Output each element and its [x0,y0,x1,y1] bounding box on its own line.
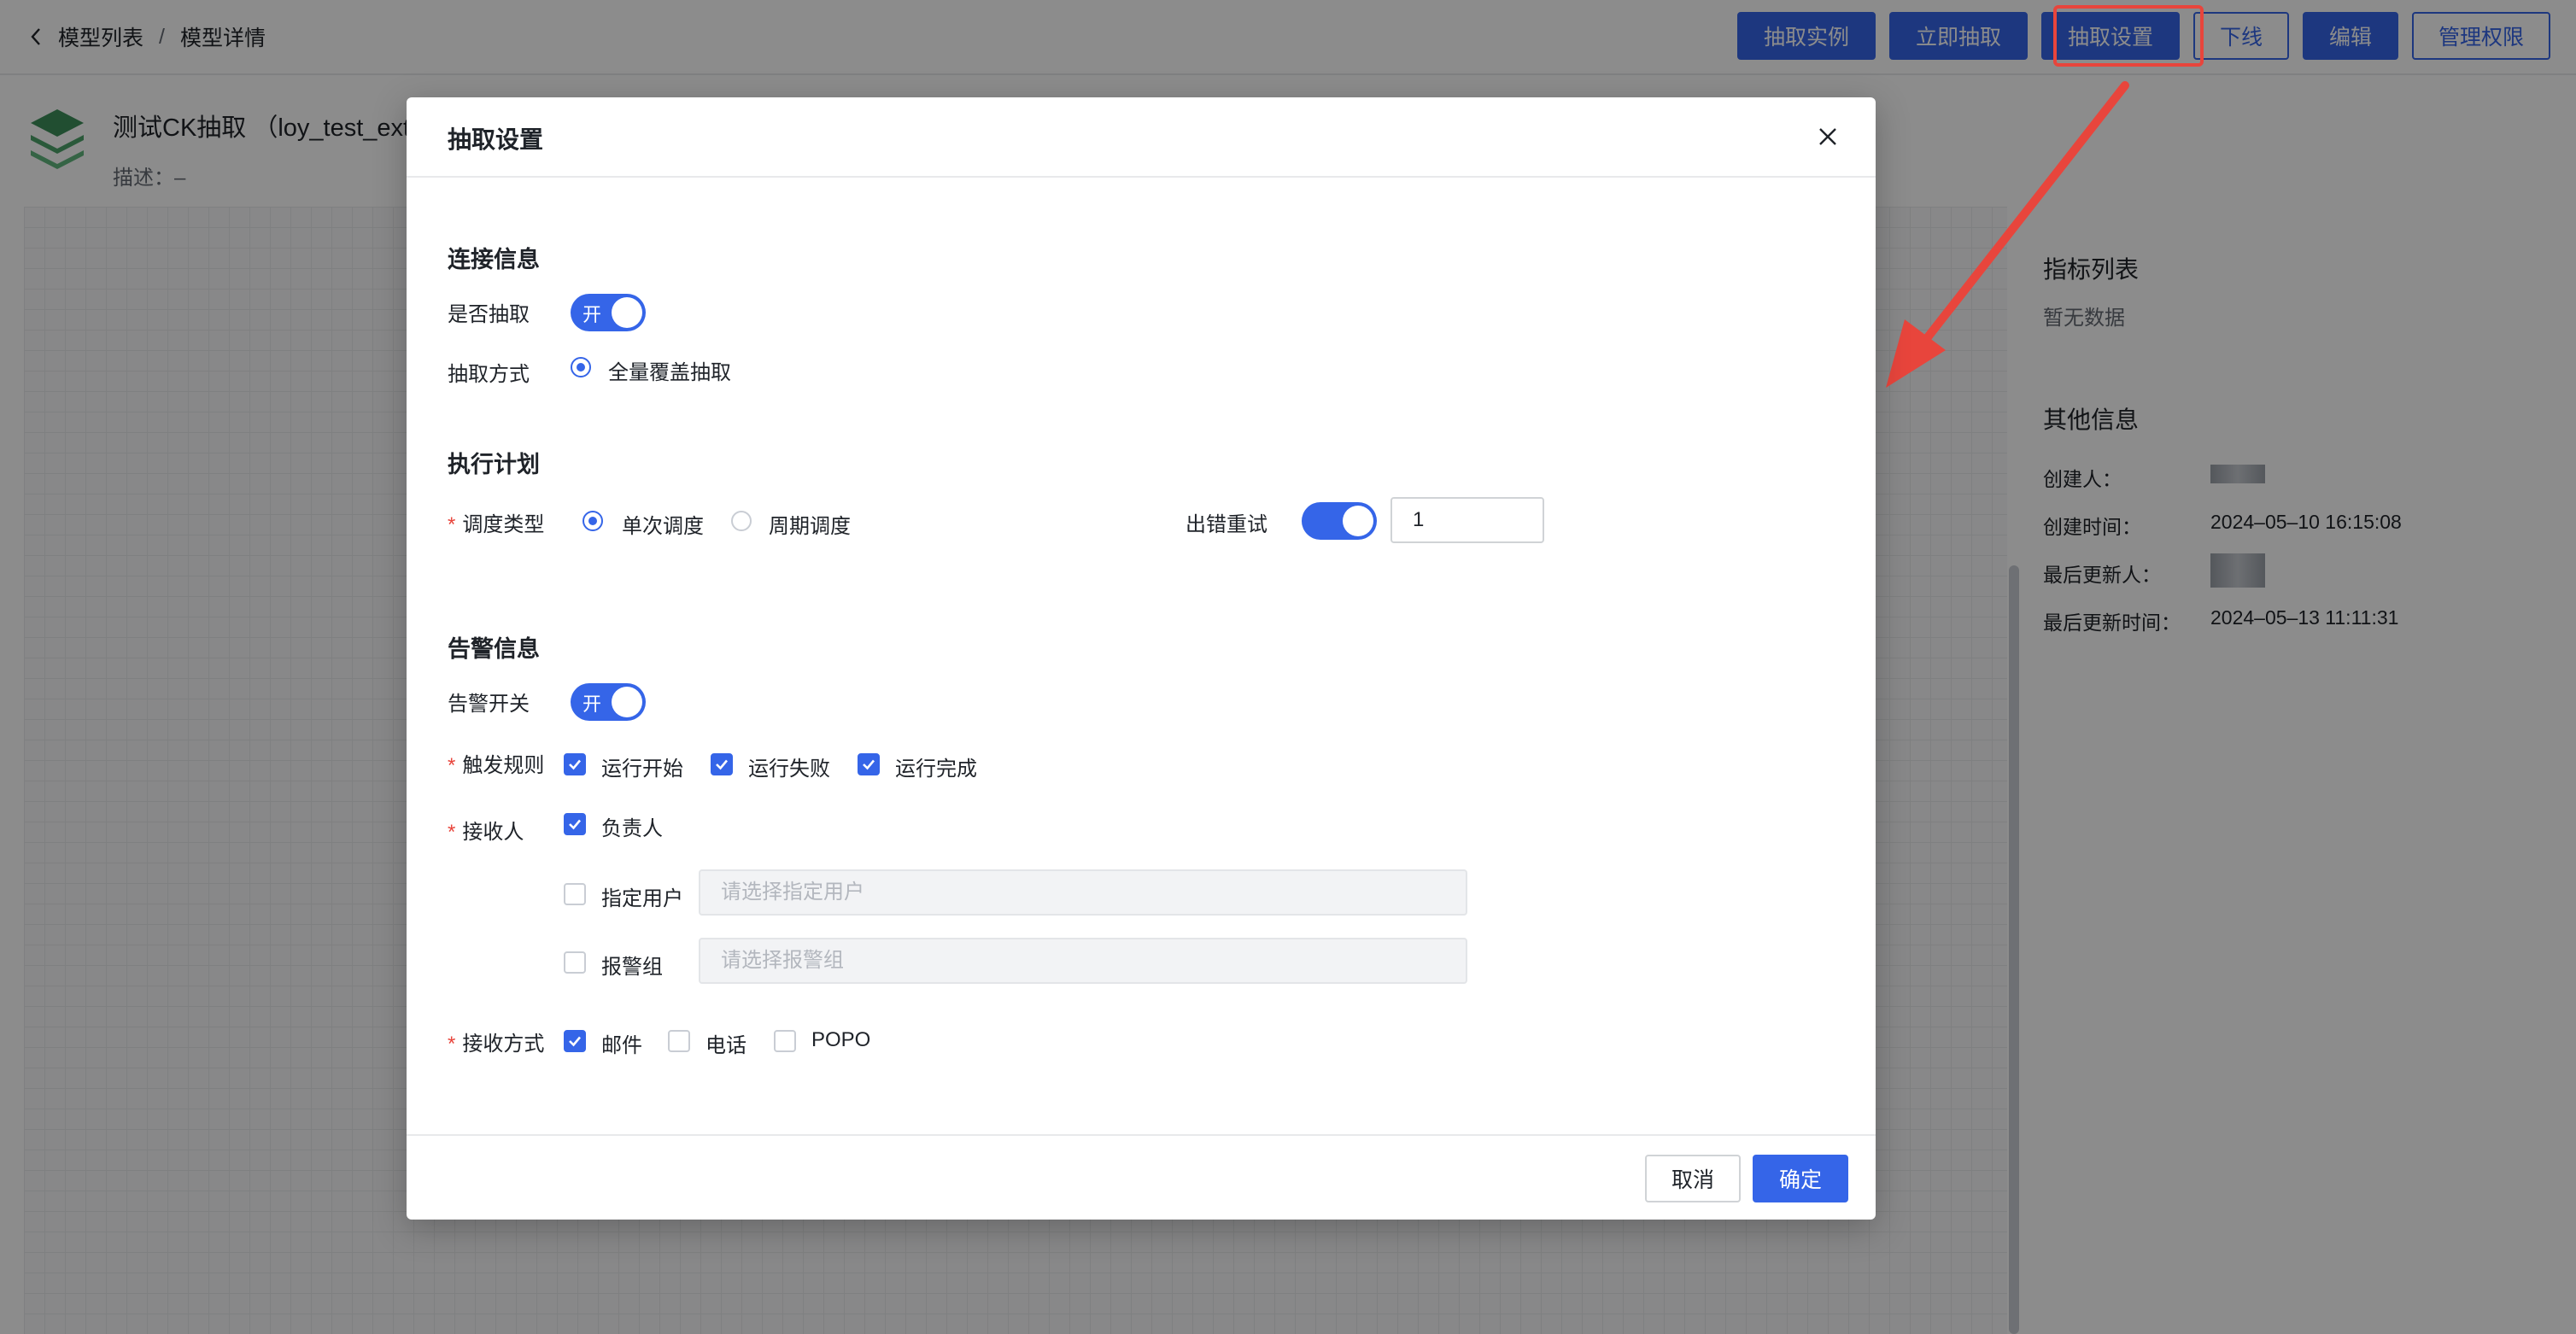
receiver-alert-group[interactable]: 报警组 [601,950,663,980]
section-connection-title: 连接信息 [448,247,540,272]
method-popo[interactable]: POPO [811,1028,870,1052]
checkbox-specific-user[interactable] [564,883,586,905]
section-plan-title: 执行计划 [448,452,540,477]
toggle-knob [1343,506,1373,536]
extract-mode-label: 抽取方式 [448,363,530,386]
toggle-knob [612,687,642,717]
trigger-run-done[interactable]: 运行完成 [895,752,977,781]
alert-group-select[interactable] [699,938,1467,984]
checkbox-run-done[interactable] [858,753,880,775]
modal-header: 抽取设置 [407,97,1876,178]
receiver-owner[interactable]: 负责人 [601,811,663,841]
annotation-highlight-box [2053,5,2204,67]
extract-switch-label: 是否抽取 [448,303,530,326]
trigger-rule-label: * 触发规则 [448,754,545,777]
confirm-button[interactable]: 确定 [1753,1155,1848,1202]
schedule-type-label: * 调度类型 [448,513,545,536]
extract-toggle[interactable]: 开 [571,294,646,331]
toggle-text: 开 [583,304,602,325]
alert-toggle[interactable]: 开 [571,683,646,721]
receiver-label: * 接收人 [448,821,524,844]
trigger-run-start[interactable]: 运行开始 [601,752,683,781]
schedule-cycle-option[interactable]: 周期调度 [769,509,851,539]
section-alert-title: 告警信息 [448,636,540,662]
method-mail[interactable]: 邮件 [601,1028,642,1058]
method-phone[interactable]: 电话 [705,1028,746,1058]
checkbox-popo[interactable] [774,1030,796,1052]
radio-cycle[interactable] [731,511,752,531]
alert-switch-label: 告警开关 [448,693,530,716]
retry-label: 出错重试 [1186,513,1268,536]
full-overwrite-option[interactable]: 全量覆盖抽取 [608,355,731,385]
checkbox-run-fail[interactable] [711,753,733,775]
checkbox-alert-group[interactable] [564,951,586,974]
schedule-once-option[interactable]: 单次调度 [622,509,704,539]
toggle-text: 开 [583,693,602,715]
specific-user-select[interactable] [699,869,1467,916]
receive-method-label: * 接收方式 [448,1033,545,1056]
receiver-specific-user[interactable]: 指定用户 [601,881,683,911]
checkbox-run-start[interactable] [564,753,586,775]
cancel-button[interactable]: 取消 [1645,1155,1741,1202]
retry-toggle[interactable] [1302,502,1377,540]
close-icon[interactable] [1811,120,1845,154]
modal-title: 抽取设置 [448,126,544,153]
checkbox-phone[interactable] [668,1030,690,1052]
toggle-knob [612,297,642,328]
trigger-run-fail[interactable]: 运行失败 [748,752,830,781]
modal-footer: 取消 确定 [407,1134,1876,1220]
radio-full-overwrite[interactable] [571,357,591,377]
radio-once[interactable] [583,511,603,531]
annotation-arrow-icon [1886,81,2129,388]
checkbox-mail[interactable] [564,1030,586,1052]
retry-count-input[interactable] [1390,497,1544,543]
checkbox-owner[interactable] [564,813,586,835]
extract-settings-modal: 抽取设置 连接信息 是否抽取 开 抽取方式 全量覆盖抽取 执行计划 * 调度类型 … [407,97,1876,1220]
